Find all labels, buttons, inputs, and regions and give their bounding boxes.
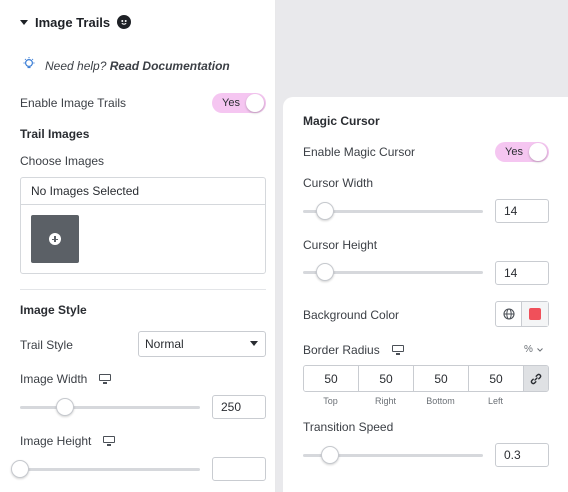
desktop-icon[interactable] [391, 345, 404, 355]
radius-bottom-input[interactable]: 50 [414, 366, 469, 391]
caret-down-icon [20, 19, 28, 25]
transition-speed-input[interactable]: 0.3 [495, 443, 549, 467]
cursor-width-input[interactable]: 14 [495, 199, 549, 223]
image-width-slider[interactable] [20, 398, 200, 416]
trail-style-select[interactable]: Normal [138, 331, 266, 357]
radius-top-input[interactable]: 50 [304, 366, 359, 391]
transition-speed-slider-handle[interactable] [321, 446, 339, 464]
help-question: Need help? [45, 58, 107, 73]
border-radius-label: Border Radius [303, 343, 380, 357]
cursor-height-slider-handle[interactable] [315, 263, 334, 281]
magic-cursor-panel: Magic Cursor Enable Magic Cursor Yes Cur… [283, 97, 568, 492]
cursor-height-label: Cursor Height [303, 238, 378, 252]
cursor-width-value: 14 [504, 204, 518, 218]
globe-icon[interactable] [496, 302, 522, 326]
image-width-value: 250 [221, 400, 242, 414]
toggle-state-label: Yes [222, 97, 240, 109]
unit-selector[interactable]: % [524, 344, 543, 355]
bottom-sub-label: Bottom [426, 396, 455, 406]
background-color-label: Background Color [303, 308, 400, 322]
unit-value: % [524, 344, 533, 355]
image-height-slider[interactable] [11, 460, 200, 478]
toggle-knob [246, 94, 264, 112]
color-swatch [529, 308, 541, 320]
enable-magic-cursor-label: Enable Magic Cursor [303, 145, 416, 159]
image-gallery-control: No Images Selected [20, 177, 266, 274]
image-height-slider-handle[interactable] [11, 460, 29, 478]
enable-magic-cursor-toggle[interactable]: Yes [495, 142, 549, 162]
addon-logo-icon [117, 15, 132, 29]
image-width-slider-handle[interactable] [56, 398, 74, 416]
cursor-width-slider[interactable] [303, 202, 483, 220]
desktop-icon[interactable] [103, 436, 116, 446]
desktop-icon[interactable] [99, 374, 112, 384]
image-width-input[interactable]: 250 [212, 395, 266, 419]
magic-cursor-heading: Magic Cursor [303, 114, 380, 128]
transition-speed-slider[interactable] [303, 446, 483, 464]
top-sub-label: Top [323, 396, 338, 406]
link-icon [530, 373, 542, 384]
image-trails-section-header[interactable]: Image Trails [20, 14, 132, 30]
trail-style-value: Normal [145, 337, 184, 351]
trail-images-heading: Trail Images [20, 127, 90, 141]
no-images-text: No Images Selected [21, 178, 265, 205]
link-values-button[interactable] [524, 366, 548, 391]
image-height-input[interactable] [212, 457, 266, 481]
help-row: Need help? Read Documentation [22, 56, 230, 75]
transition-speed-value: 0.3 [504, 448, 521, 462]
cursor-width-slider-handle[interactable] [315, 202, 334, 220]
cursor-width-label: Cursor Width [303, 176, 374, 190]
image-style-heading: Image Style [20, 303, 87, 317]
border-radius-label-row: Border Radius [303, 343, 404, 357]
section-title: Image Trails [35, 14, 111, 30]
image-trails-panel: Image Trails Need help? Read Documentati… [0, 0, 276, 492]
toggle-knob [529, 143, 547, 161]
radius-left-input[interactable]: 50 [469, 366, 524, 391]
radius-right-input[interactable]: 50 [359, 366, 414, 391]
chevron-down-icon [250, 341, 258, 346]
image-height-label: Image Height [20, 434, 92, 448]
cursor-height-input[interactable]: 14 [495, 261, 549, 285]
cursor-height-slider[interactable] [303, 263, 483, 281]
color-picker[interactable] [522, 302, 548, 326]
read-documentation-link[interactable]: Read Documentation [110, 59, 230, 73]
image-width-label: Image Width [20, 372, 88, 386]
enable-image-trails-toggle[interactable]: Yes [212, 93, 266, 113]
left-sub-label: Left [487, 396, 503, 406]
toggle-state-label: Yes [505, 146, 523, 158]
right-sub-label: Right [374, 396, 396, 406]
plus-icon [49, 233, 61, 245]
choose-images-label: Choose Images [20, 154, 105, 168]
lightbulb-icon [22, 56, 36, 75]
cursor-height-value: 14 [504, 266, 518, 280]
enable-image-trails-label: Enable Image Trails [20, 96, 127, 110]
chevron-down-icon [537, 347, 543, 352]
divider [20, 289, 266, 290]
dimension-sub-labels: Top Right Bottom Left [303, 396, 523, 406]
transition-speed-label: Transition Speed [303, 420, 394, 434]
background-color-control [495, 301, 549, 327]
image-height-label-row: Image Height [20, 434, 116, 448]
add-images-button[interactable] [31, 215, 79, 263]
border-radius-dimensions: 50 50 50 50 [303, 365, 549, 392]
trail-style-label: Trail Style [20, 338, 73, 352]
image-width-label-row: Image Width [20, 372, 112, 386]
